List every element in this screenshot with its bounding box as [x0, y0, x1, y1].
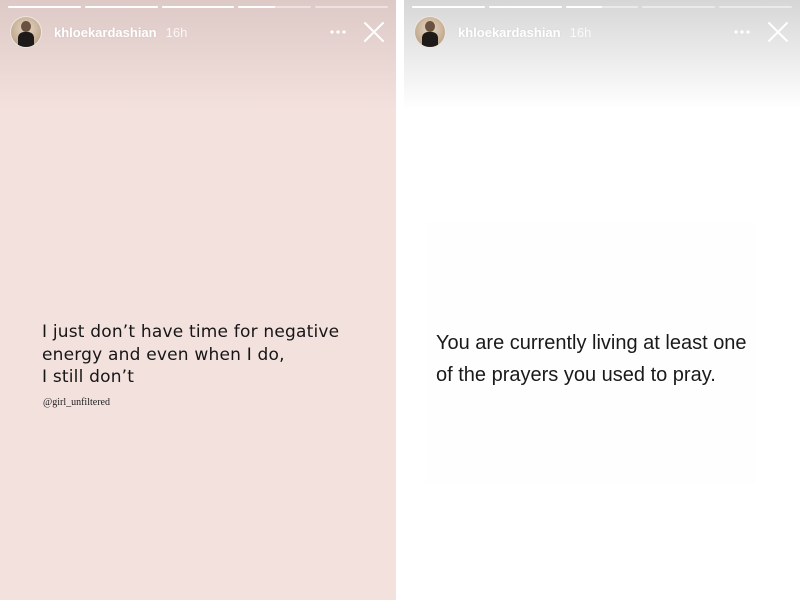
- close-icon: [364, 22, 384, 42]
- story-panel-left[interactable]: khloekardashian 16h I just don’t have ti…: [0, 0, 396, 600]
- story-header: khloekardashian 16h: [414, 16, 792, 48]
- story-quote-text: I just don’t have time for negative ener…: [42, 321, 372, 389]
- quote-line: of the prayers you used to pray.: [436, 363, 716, 386]
- progress-segment: [238, 6, 312, 8]
- quote-line: I just don’t have time for negative: [42, 322, 340, 342]
- more-options-button[interactable]: [730, 20, 754, 44]
- progress-segment: [315, 6, 388, 8]
- story-panel-right[interactable]: khloekardashian 16h You are currently li…: [404, 0, 800, 600]
- progress-segment: [719, 6, 792, 8]
- profile-avatar[interactable]: [10, 16, 42, 48]
- quote-credit: @girl_unfiltered: [43, 397, 110, 408]
- quote-line: energy and even when I do,: [42, 344, 285, 365]
- story-progress-bar: [8, 6, 388, 8]
- close-button[interactable]: [360, 18, 388, 46]
- story-time: 16h: [569, 24, 592, 40]
- story-username[interactable]: khloekardashian: [458, 25, 561, 40]
- quote-line: You are currently living at least one: [436, 332, 747, 354]
- progress-segment: [8, 6, 81, 8]
- more-horizontal-icon: [330, 30, 346, 34]
- quote-line: I still don’t: [42, 367, 135, 387]
- panel-divider: [396, 0, 404, 600]
- avatar-body-shape: [422, 32, 438, 47]
- progress-segment: [84, 6, 158, 8]
- progress-segment: [412, 6, 485, 8]
- progress-fill: [8, 6, 81, 8]
- avatar-body-shape: [18, 32, 34, 47]
- progress-fill: [488, 6, 562, 8]
- progress-fill: [238, 6, 275, 8]
- instagram-story-comparison: khloekardashian 16h I just don’t have ti…: [0, 0, 800, 600]
- progress-fill: [412, 6, 485, 8]
- story-quote-text: You are currently living at least one of…: [436, 328, 776, 391]
- story-header: khloekardashian 16h: [10, 16, 388, 48]
- story-username[interactable]: khloekardashian: [54, 25, 157, 40]
- more-options-button[interactable]: [326, 20, 350, 44]
- story-time: 16h: [165, 24, 188, 40]
- close-button[interactable]: [764, 18, 792, 46]
- close-icon: [768, 22, 788, 42]
- progress-fill: [565, 6, 602, 8]
- progress-fill: [161, 6, 235, 8]
- progress-segment: [488, 6, 562, 8]
- progress-segment: [161, 6, 235, 8]
- avatar-head-shape: [425, 21, 435, 32]
- progress-segment: [642, 6, 716, 8]
- more-horizontal-icon: [734, 30, 750, 34]
- progress-fill: [84, 6, 158, 8]
- progress-segment: [565, 6, 639, 8]
- avatar-head-shape: [21, 21, 31, 32]
- story-progress-bar: [412, 6, 792, 8]
- profile-avatar[interactable]: [414, 16, 446, 48]
